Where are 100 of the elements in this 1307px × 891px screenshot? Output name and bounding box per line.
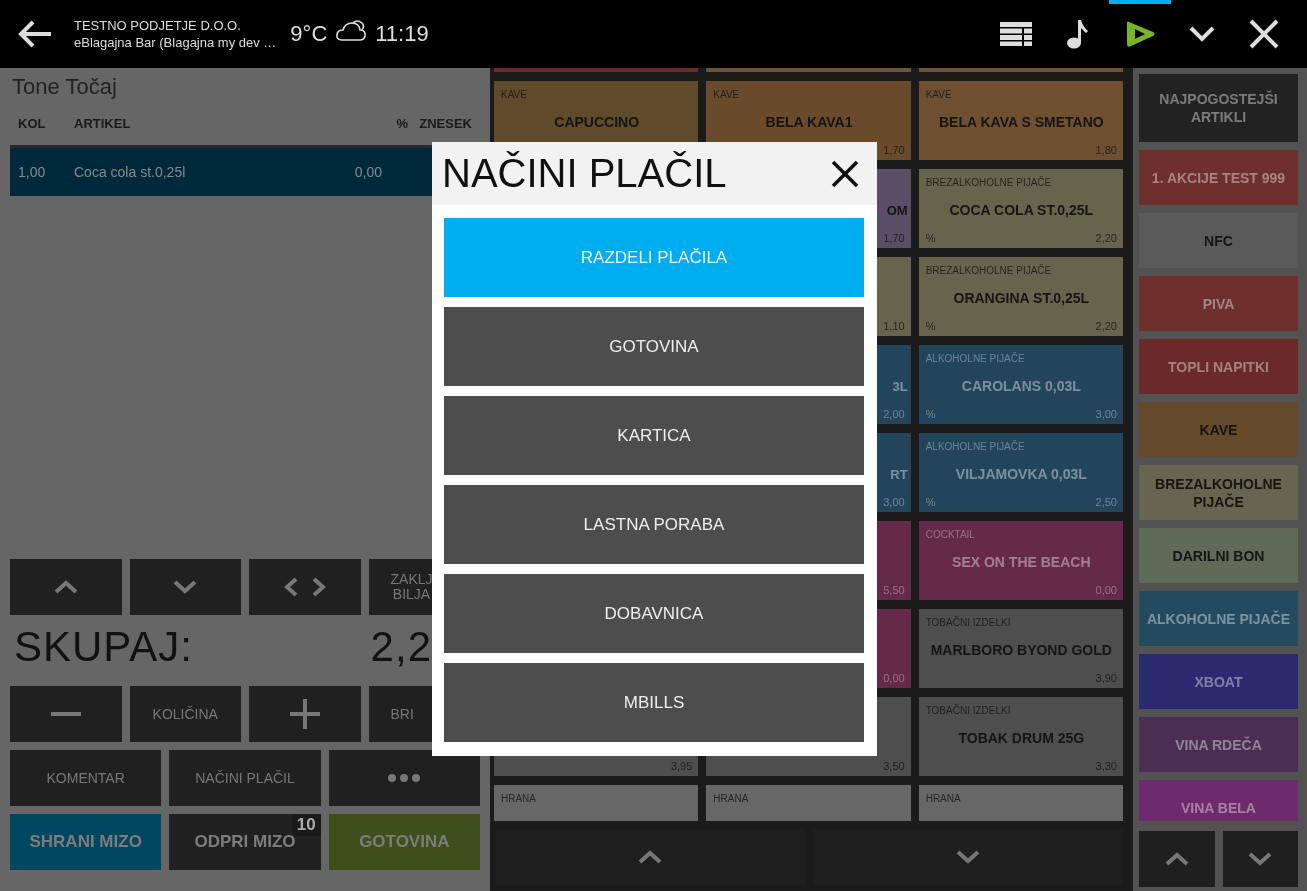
product-tile[interactable]: ALKOHOLNE PIJAČE VILJAMOVKA 0,03L % 2,50 (918, 433, 1123, 512)
chevron-up-icon (53, 580, 78, 594)
more-button[interactable] (328, 750, 480, 806)
scroll-up-button[interactable] (1139, 831, 1215, 887)
discount-mark: % (925, 320, 936, 334)
music-note-icon (1067, 19, 1089, 49)
category-button[interactable]: NAJPOGOSTEJŠI ARTIKLI (1139, 74, 1298, 142)
product-name: OM (886, 202, 908, 218)
product-tile[interactable]: HRANA (494, 785, 699, 821)
list-icon (1000, 22, 1032, 46)
category-button[interactable]: DARILNI BON (1139, 528, 1298, 583)
plus-button[interactable] (249, 686, 361, 742)
close-button[interactable] (831, 159, 859, 188)
payment-option[interactable]: KARTICA (444, 396, 864, 475)
waiter-name: Tone Točaj (11, 73, 118, 101)
chevron-up-icon (638, 850, 662, 864)
payment-option[interactable]: LASTNA PORABA (444, 485, 864, 564)
product-name: BELA KAVA S SMETANO (939, 114, 1104, 130)
product-price: 0,00 (1095, 584, 1117, 598)
column-header: ARTIKEL (74, 116, 132, 131)
discount-mark: % (925, 496, 936, 510)
category-button[interactable]: XBOAT (1139, 654, 1298, 709)
payment-option[interactable]: RAZDELI PLAČILA (444, 218, 864, 297)
product-name: 3L (892, 378, 908, 394)
product-tile[interactable]: KAVE BELA KAVA S SMETANO 1,80 (918, 81, 1123, 160)
product-tile[interactable]: BREZALKOHOLNE PIJAČE ORANGINA ST.0,25L % 2,20 (918, 257, 1123, 336)
product-name: COCA COLA ST.0,25L (949, 202, 1094, 218)
product-price: 1,70 (883, 232, 905, 246)
payment-option[interactable]: MBILLS (444, 663, 864, 742)
temperature: 9°C (290, 21, 328, 47)
category-button[interactable]: KAVE (1139, 402, 1298, 457)
clock-time: 11:19 (375, 21, 429, 47)
product-category: KAVE (501, 89, 527, 100)
left-right-arrows-button[interactable] (249, 559, 361, 615)
product-price: 2,20 (1095, 320, 1117, 334)
action-button[interactable]: KOLIČINA (129, 686, 241, 742)
company-name: TESTNO PODJETJE D.O.O. (74, 17, 242, 34)
product-price: 2,20 (1095, 232, 1117, 246)
category-button[interactable]: VINA BELA (1139, 780, 1298, 821)
product-name: VILJAMOVKA 0,03L (955, 466, 1087, 482)
product-name: CAROLANS 0,03L (961, 378, 1081, 394)
back-arrow-icon (18, 20, 52, 48)
product-price: 5,50 (883, 584, 905, 598)
category-button[interactable]: BREZALKOHOLNE PIJAČE (1139, 465, 1298, 520)
product-name: ORANGINA ST.0,25L (953, 290, 1090, 306)
product-price: 3,00 (883, 496, 905, 510)
chevron-down-icon (1248, 852, 1273, 866)
discount-mark: % (925, 408, 936, 422)
action-button[interactable]: KOMENTAR (10, 750, 162, 806)
order-row[interactable]: 1,00 Coca cola st.0,25l 0,00 (10, 148, 432, 196)
discount-mark: % (925, 232, 936, 246)
product-category: HRANA (925, 793, 961, 804)
close-icon (831, 159, 859, 188)
back-button[interactable] (18, 20, 52, 48)
payment-option[interactable]: GOTOVINA (444, 307, 864, 386)
count-badge: 10 (291, 814, 321, 836)
product-category: ALKOHOLNE PIJAČE (925, 353, 1025, 364)
chevron-down-icon (173, 580, 198, 594)
action-button[interactable]: SHRANI MIZO (10, 814, 162, 870)
scroll-down-button[interactable] (1222, 831, 1298, 887)
product-name: BELA KAVA1 (765, 114, 853, 130)
product-category: ALKOHOLNE PIJAČE (925, 441, 1025, 452)
category-button[interactable]: TOPLI NAPITKI (1139, 339, 1298, 394)
category-button[interactable]: ALKOHOLNE PIJAČE (1139, 591, 1298, 646)
product-category: KAVE (925, 89, 952, 100)
chevron-down-icon (1189, 26, 1215, 42)
product-price: 1,70 (883, 144, 905, 158)
column-header: ZNESEK (418, 116, 473, 131)
product-price: 2,50 (1095, 496, 1117, 510)
register-name: eBlagajna Bar (Blagajna my dev … (74, 34, 277, 51)
payment-option[interactable]: DOBAVNICA (444, 574, 864, 653)
category-button[interactable]: VINA RDEČA (1139, 717, 1298, 772)
total-amount: 2,2 (370, 622, 432, 671)
category-button[interactable]: PIVA (1139, 276, 1298, 331)
close-icon (1249, 19, 1279, 49)
chevron-up-icon (1164, 852, 1189, 866)
product-name: TOBAK DRUM 25G (958, 730, 1085, 746)
product-tile[interactable]: ALKOHOLNE PIJAČE CAROLANS 0,03L % 3,00 (918, 345, 1123, 424)
product-category: BREZALKOHOLNE PIJAČE (925, 265, 1052, 276)
product-tile[interactable]: COCKTAIL SEX ON THE BEACH 0,00 (918, 521, 1123, 600)
product-price: 1,10 (883, 320, 905, 334)
product-name: MARLBORO BYOND GOLD (930, 642, 1112, 658)
product-tile[interactable]: HRANA (918, 785, 1123, 821)
action-button[interactable]: ODPRI MIZO 10 (169, 814, 321, 870)
action-button[interactable]: NAČINI PLAČIL (169, 750, 321, 806)
product-category: KAVE (713, 89, 740, 100)
category-button[interactable]: 1. AKCIJE TEST 999 (1139, 150, 1298, 205)
product-category: COCKTAIL (925, 529, 975, 540)
action-button[interactable]: GOTOVINA (328, 814, 480, 870)
more-icon (388, 774, 421, 782)
product-tile[interactable]: HRANA (706, 785, 911, 821)
product-name: SEX ON THE BEACH (952, 554, 1091, 570)
minus-icon (50, 712, 81, 716)
product-category: HRANA (501, 793, 536, 804)
column-header: KOL (17, 116, 47, 131)
category-button[interactable]: NFC (1139, 213, 1298, 268)
product-category: HRANA (713, 793, 749, 804)
product-price: 0,00 (883, 672, 905, 686)
product-price: 2,00 (883, 408, 905, 422)
product-tile[interactable]: BREZALKOHOLNE PIJAČE COCA COLA ST.0,25L % 2,20 (918, 169, 1123, 248)
